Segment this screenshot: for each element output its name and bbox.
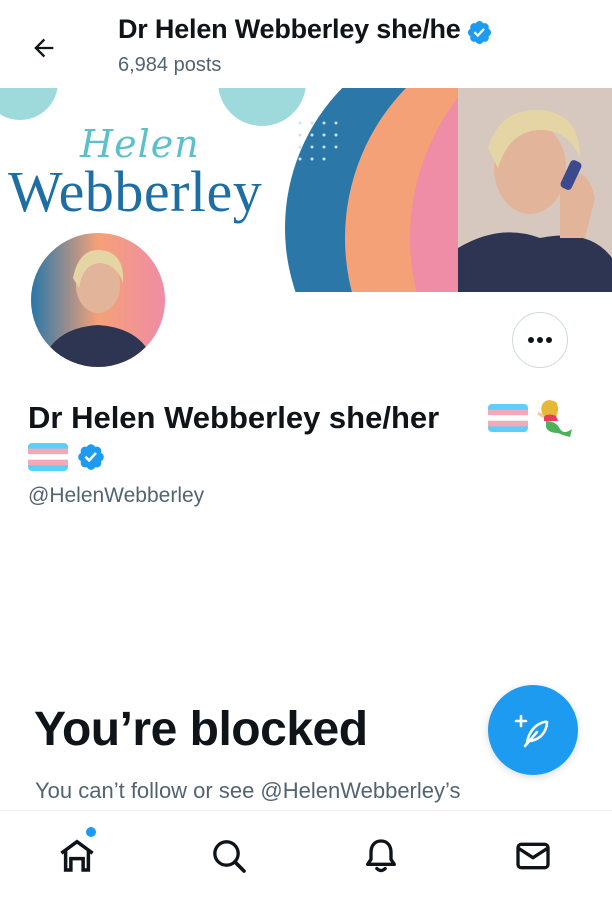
display-name: Dr Helen Webberley she/her	[28, 400, 440, 435]
compose-button[interactable]	[488, 685, 578, 775]
mermaid-icon	[537, 400, 572, 437]
nav-search[interactable]	[206, 833, 252, 879]
verified-badge-icon	[466, 19, 493, 51]
nav-notifications[interactable]	[358, 833, 404, 879]
blocked-description: You can’t follow or see @HelenWebberley’…	[35, 778, 461, 803]
nav-messages[interactable]	[510, 833, 556, 879]
home-icon	[60, 839, 94, 872]
profile-header: Dr Helen Webberley she/her 6,984 posts	[0, 0, 612, 88]
name-emoji-group	[488, 399, 574, 437]
trans-flag-icon	[488, 404, 528, 432]
search-icon	[213, 840, 246, 873]
trans-flag-icon	[28, 443, 68, 471]
back-arrow-icon	[34, 38, 54, 58]
messages-icon	[516, 842, 550, 870]
banner-photo	[458, 88, 612, 292]
back-button[interactable]	[24, 28, 64, 68]
name-emoji-row-2	[28, 442, 106, 472]
compose-feather-icon	[514, 714, 549, 748]
profile-handle: @HelenWebberley	[28, 484, 205, 507]
nav-home[interactable]	[54, 833, 100, 879]
notification-dot	[86, 827, 96, 837]
verified-badge-icon	[78, 444, 104, 470]
avatar-photo	[31, 233, 165, 367]
blocked-title: You’re blocked	[34, 703, 368, 756]
header-title: Dr Helen Webberley she/her	[118, 14, 460, 44]
more-horizontal-icon	[528, 337, 552, 343]
more-options-button[interactable]	[512, 312, 568, 368]
bottom-navigation	[0, 810, 612, 901]
notifications-icon	[366, 839, 396, 873]
banner-serif-text: Webberley	[8, 159, 263, 224]
profile-avatar[interactable]	[27, 229, 169, 371]
post-count: 6,984 posts	[118, 54, 222, 76]
